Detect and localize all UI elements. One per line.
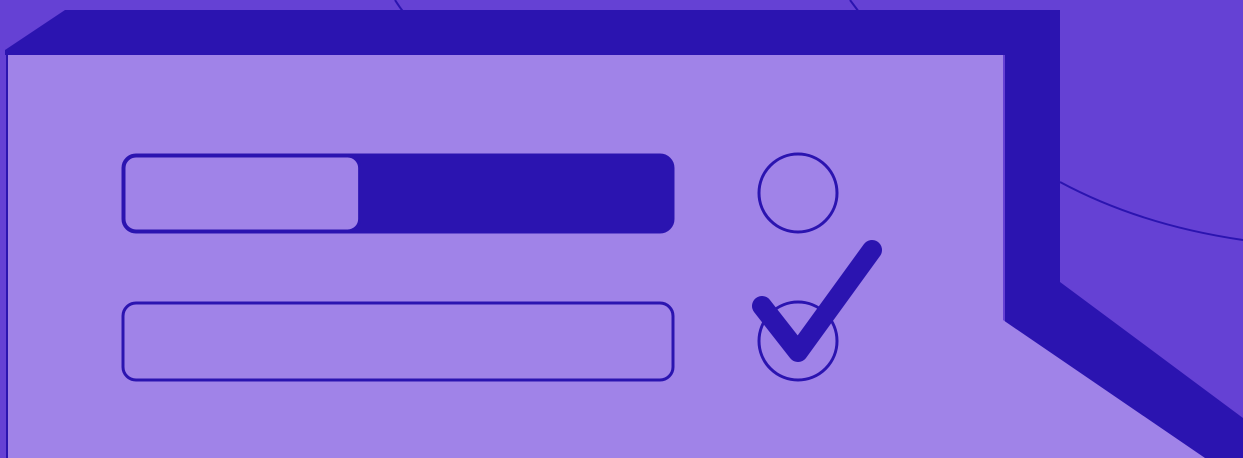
decor-arc-right — [1059, 181, 1243, 241]
illustration-stage — [0, 0, 1243, 458]
radio-circle-icon — [757, 152, 839, 234]
empty-input-bar-icon — [121, 301, 675, 382]
progress-bar-empty — [122, 154, 362, 233]
progress-bar-icon — [121, 153, 675, 234]
ui-form-illustration — [5, 0, 1243, 458]
